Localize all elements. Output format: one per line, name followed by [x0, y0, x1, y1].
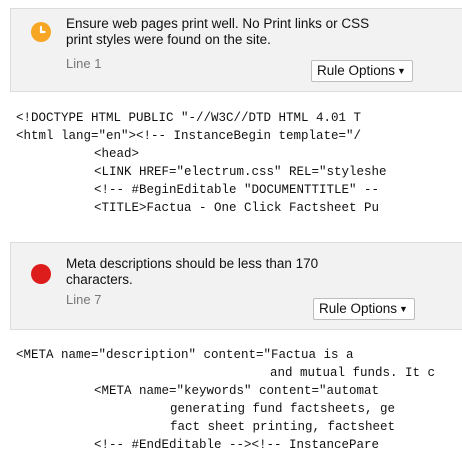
- warning-icon: [31, 22, 51, 42]
- code-line: <META name="keywords" content="automat: [94, 384, 380, 398]
- rule-message: Meta descriptions should be less than 17…: [66, 256, 318, 288]
- rule-line-number: Line 7: [66, 292, 102, 307]
- rule-options-label: Rule Options: [319, 301, 398, 316]
- rule-line-number: Line 1: [66, 56, 102, 71]
- dropdown-arrow-icon: ▼: [397, 66, 406, 76]
- code-line: <!DOCTYPE HTML PUBLIC "-//W3C//DTD HTML …: [16, 111, 362, 125]
- rule-message: Ensure web pages print well. No Print li…: [66, 16, 369, 48]
- source-code-block: <!DOCTYPE HTML PUBLIC "-//W3C//DTD HTML …: [16, 109, 462, 217]
- code-line: and mutual funds. It c: [270, 366, 436, 380]
- code-line: fact sheet printing, factsheet: [170, 420, 396, 434]
- rule-message-line: Ensure web pages print well. No Print li…: [66, 16, 370, 31]
- rule-message-line: characters.: [66, 272, 133, 287]
- code-line: <html lang="en"><!-- InstanceBegin templ…: [16, 129, 362, 143]
- source-code-block: <META name="description" content="Factua…: [16, 346, 462, 454]
- code-line: <!-- #EndEditable --><!-- InstancePare: [94, 438, 380, 452]
- rule-message-line: Meta descriptions should be less than 17…: [66, 256, 319, 271]
- code-line: <TITLE>Factua - One Click Factsheet Pu: [94, 201, 380, 215]
- dropdown-arrow-icon: ▼: [399, 304, 408, 314]
- code-line: <head>: [94, 147, 140, 161]
- code-line: <META name="description" content="Factua…: [16, 348, 354, 362]
- rule-options-button[interactable]: Rule Options ▼: [311, 60, 413, 82]
- rule-options-label: Rule Options: [317, 63, 396, 78]
- clock-icon: [39, 25, 46, 34]
- code-line: generating fund factsheets, ge: [170, 402, 396, 416]
- rule-card-print-styles: Ensure web pages print well. No Print li…: [10, 8, 462, 92]
- rule-card-meta-description: Meta descriptions should be less than 17…: [10, 242, 462, 330]
- rule-options-button[interactable]: Rule Options ▼: [313, 298, 415, 320]
- code-line: <!-- #BeginEditable "DOCUMENTTITLE" --: [94, 183, 380, 197]
- rule-message-line: print styles were found on the site.: [66, 32, 271, 47]
- error-icon: [31, 264, 51, 284]
- code-line: <LINK HREF="electrum.css" REL="styleshe: [94, 165, 387, 179]
